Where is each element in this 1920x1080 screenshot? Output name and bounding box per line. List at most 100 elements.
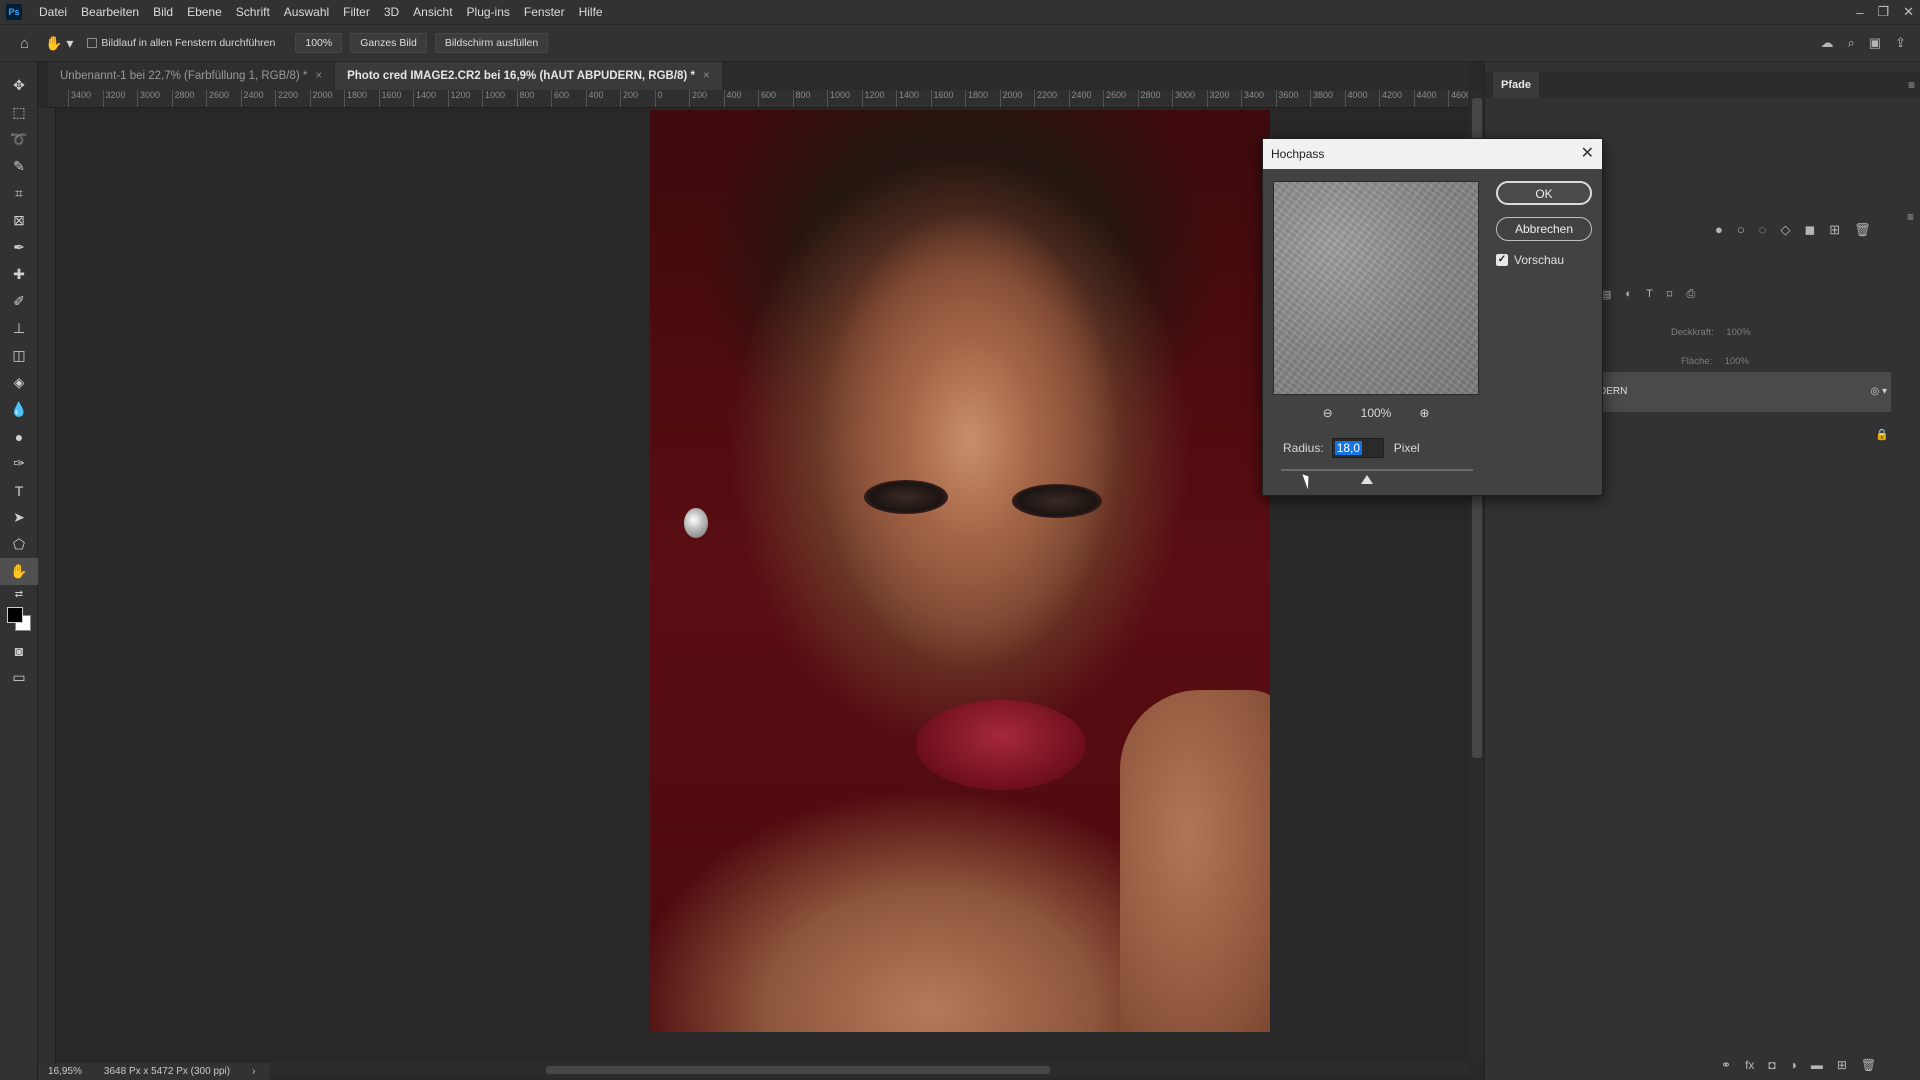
zoom-100-button[interactable]: 100% — [295, 33, 343, 53]
minimize-icon[interactable]: – — [1856, 5, 1863, 20]
crop-tool-icon[interactable]: ⌗ — [0, 180, 38, 207]
panel-menu-icon-2[interactable]: ≡ — [1907, 210, 1914, 224]
paint-bucket-tool-icon[interactable]: ◈ — [0, 369, 38, 396]
move-tool-icon[interactable]: ✥ — [0, 72, 38, 99]
new-layer-icon[interactable]: ⊞ — [1837, 1058, 1847, 1072]
scroll-all-windows-checkbox[interactable] — [87, 38, 98, 48]
fx-icon[interactable]: fx — [1745, 1058, 1754, 1072]
tab-photo-cred[interactable]: Photo cred IMAGE2.CR2 bei 16,9% (hAUT AB… — [335, 62, 722, 90]
panel-menu-icon[interactable]: ≡ — [1908, 78, 1915, 92]
menu-auswahl[interactable]: Auswahl — [277, 0, 336, 24]
radius-slider-handle[interactable] — [1361, 475, 1373, 484]
diamond-icon[interactable]: ◇ — [1780, 222, 1790, 238]
foreground-color-swatch[interactable] — [7, 607, 23, 623]
search-icon[interactable]: ⌕ — [1848, 35, 1855, 51]
radius-slider-track[interactable] — [1281, 469, 1473, 471]
pen-tool-icon[interactable]: ✑ — [0, 450, 38, 477]
close-tab-icon[interactable]: × — [315, 70, 322, 82]
shape-filter-icon[interactable]: ⌑ — [1667, 288, 1673, 301]
menu-bild[interactable]: Bild — [146, 0, 180, 24]
blur-tool-icon[interactable]: 💧 — [0, 396, 38, 423]
smart-object-filter-icon[interactable]: ⎙ — [1686, 288, 1695, 301]
menu-hilfe[interactable]: Hilfe — [572, 0, 610, 24]
menu-bearbeiten[interactable]: Bearbeiten — [74, 0, 146, 24]
dodge-tool-icon[interactable]: ● — [0, 423, 38, 450]
dialog-title-bar[interactable]: Hochpass ✕ — [1263, 139, 1602, 169]
screen-mode-icon[interactable]: ▭ — [0, 664, 38, 691]
type-tool-icon[interactable]: T — [0, 477, 38, 504]
radius-input[interactable]: 18,0 — [1331, 438, 1384, 458]
swap-colors-icon[interactable]: ⇄ — [0, 585, 38, 603]
fit-screen-button[interactable]: Ganzes Bild — [350, 33, 427, 53]
link-icon[interactable]: ⚭ — [1721, 1058, 1731, 1072]
fill-control[interactable]: Fläche: 100% — [1681, 351, 1749, 369]
preview-checkbox-row[interactable]: ✓ Vorschau — [1496, 253, 1564, 267]
menu-ebene[interactable]: Ebene — [180, 0, 229, 24]
menu-fenster[interactable]: Fenster — [517, 0, 572, 24]
quick-selection-tool-icon[interactable]: ✎ — [0, 153, 38, 180]
stamp-tool-icon[interactable]: ⊥ — [0, 315, 38, 342]
tab-unbenannt[interactable]: Unbenannt-1 bei 22,7% (Farbfüllung 1, RG… — [48, 62, 335, 90]
menu-plugins[interactable]: Plug-ins — [460, 0, 517, 24]
document-image[interactable] — [650, 110, 1270, 1032]
delete-layer-icon[interactable]: 🗑 — [1861, 1058, 1876, 1072]
healing-brush-tool-icon[interactable]: ✚ — [0, 261, 38, 288]
marquee-tool-icon[interactable]: ⬚ — [0, 99, 38, 126]
share-icon[interactable]: ⇪ — [1895, 35, 1906, 51]
trash-icon[interactable]: 🗑 — [1854, 222, 1871, 238]
horizontal-scrollbar[interactable] — [270, 1063, 1470, 1077]
opacity-value[interactable]: 100% — [1726, 327, 1750, 338]
chevron-right-icon[interactable]: › — [252, 1063, 255, 1080]
add-mask-icon[interactable]: ◘ — [1768, 1058, 1775, 1072]
tab-pfade[interactable]: Pfade — [1493, 72, 1539, 98]
horizontal-scroll-thumb[interactable] — [546, 1066, 1050, 1074]
ok-button[interactable]: OK — [1496, 181, 1592, 205]
close-window-icon[interactable]: ✕ — [1903, 4, 1914, 20]
ruler-tick: 0 — [654, 90, 663, 107]
close-tab-icon[interactable]: × — [703, 70, 710, 82]
menu-3d[interactable]: 3D — [377, 0, 406, 24]
type-filter-icon[interactable]: T — [1646, 288, 1653, 301]
canvas-area[interactable] — [56, 108, 1468, 1063]
smart-filter-icon[interactable]: ◎ ▾ — [1870, 372, 1887, 412]
quick-mask-icon[interactable]: ◙ — [0, 637, 38, 664]
opacity-control[interactable]: Deckkraft: 100% — [1671, 322, 1751, 340]
circle-icon[interactable]: ○ — [1737, 222, 1745, 238]
menu-ansicht[interactable]: Ansicht — [406, 0, 459, 24]
zoom-in-icon[interactable]: ⊕ — [1419, 406, 1429, 420]
close-icon[interactable]: ✕ — [1581, 139, 1594, 169]
zoom-out-icon[interactable]: ⊖ — [1323, 406, 1333, 420]
mask-icon[interactable]: ◼ — [1804, 222, 1815, 238]
zoom-level[interactable]: 16,95% — [48, 1063, 82, 1080]
eyedropper-tool-icon[interactable]: ✒ — [0, 234, 38, 261]
cancel-button[interactable]: Abbrechen — [1496, 217, 1592, 241]
dotted-circle-icon[interactable]: ◌ — [1759, 222, 1767, 238]
circle-filled-icon[interactable]: ● — [1715, 222, 1723, 238]
shape-tool-icon[interactable]: ⬠ — [0, 531, 38, 558]
lasso-tool-icon[interactable]: ➰ — [0, 126, 38, 153]
menu-datei[interactable]: Datei — [32, 0, 74, 24]
home-icon[interactable]: ⌂ — [20, 35, 29, 52]
menu-filter[interactable]: Filter — [336, 0, 377, 24]
brush-tool-icon[interactable]: ✐ — [0, 288, 38, 315]
adjustment-layer-icon[interactable]: ◑ — [1790, 1058, 1797, 1072]
frame-tool-icon[interactable]: ⊠ — [0, 207, 38, 234]
fill-value[interactable]: 100% — [1725, 356, 1749, 367]
hand-tool-preset-icon[interactable]: ✋ ▾ — [45, 35, 73, 52]
layers-bottom-icons: ⚭ fx ◘ ◑ ▬ ⊞ 🗑 — [1721, 1058, 1876, 1072]
new-icon[interactable]: ⊞ — [1829, 222, 1840, 238]
layer-row-selected[interactable]: DERN ◎ ▾ — [1595, 372, 1891, 412]
color-swatches[interactable] — [0, 603, 38, 637]
fill-screen-button[interactable]: Bildschirm ausfüllen — [434, 33, 549, 53]
path-selection-tool-icon[interactable]: ➤ — [0, 504, 38, 531]
restore-icon[interactable]: ❐ — [1877, 4, 1889, 20]
workspace-icon[interactable]: ▣ — [1869, 35, 1881, 51]
adjustment-filter-icon[interactable]: ◐ — [1625, 288, 1632, 301]
filter-preview[interactable] — [1273, 181, 1479, 395]
group-folder-icon[interactable]: ▬ — [1811, 1058, 1823, 1072]
cloud-user-icon[interactable]: ☁ — [1821, 35, 1834, 51]
menu-schrift[interactable]: Schrift — [229, 0, 277, 24]
preview-checkbox[interactable]: ✓ — [1496, 254, 1508, 266]
eraser-tool-icon[interactable]: ◫ — [0, 342, 38, 369]
hand-tool-icon[interactable]: ✋ — [0, 558, 38, 585]
